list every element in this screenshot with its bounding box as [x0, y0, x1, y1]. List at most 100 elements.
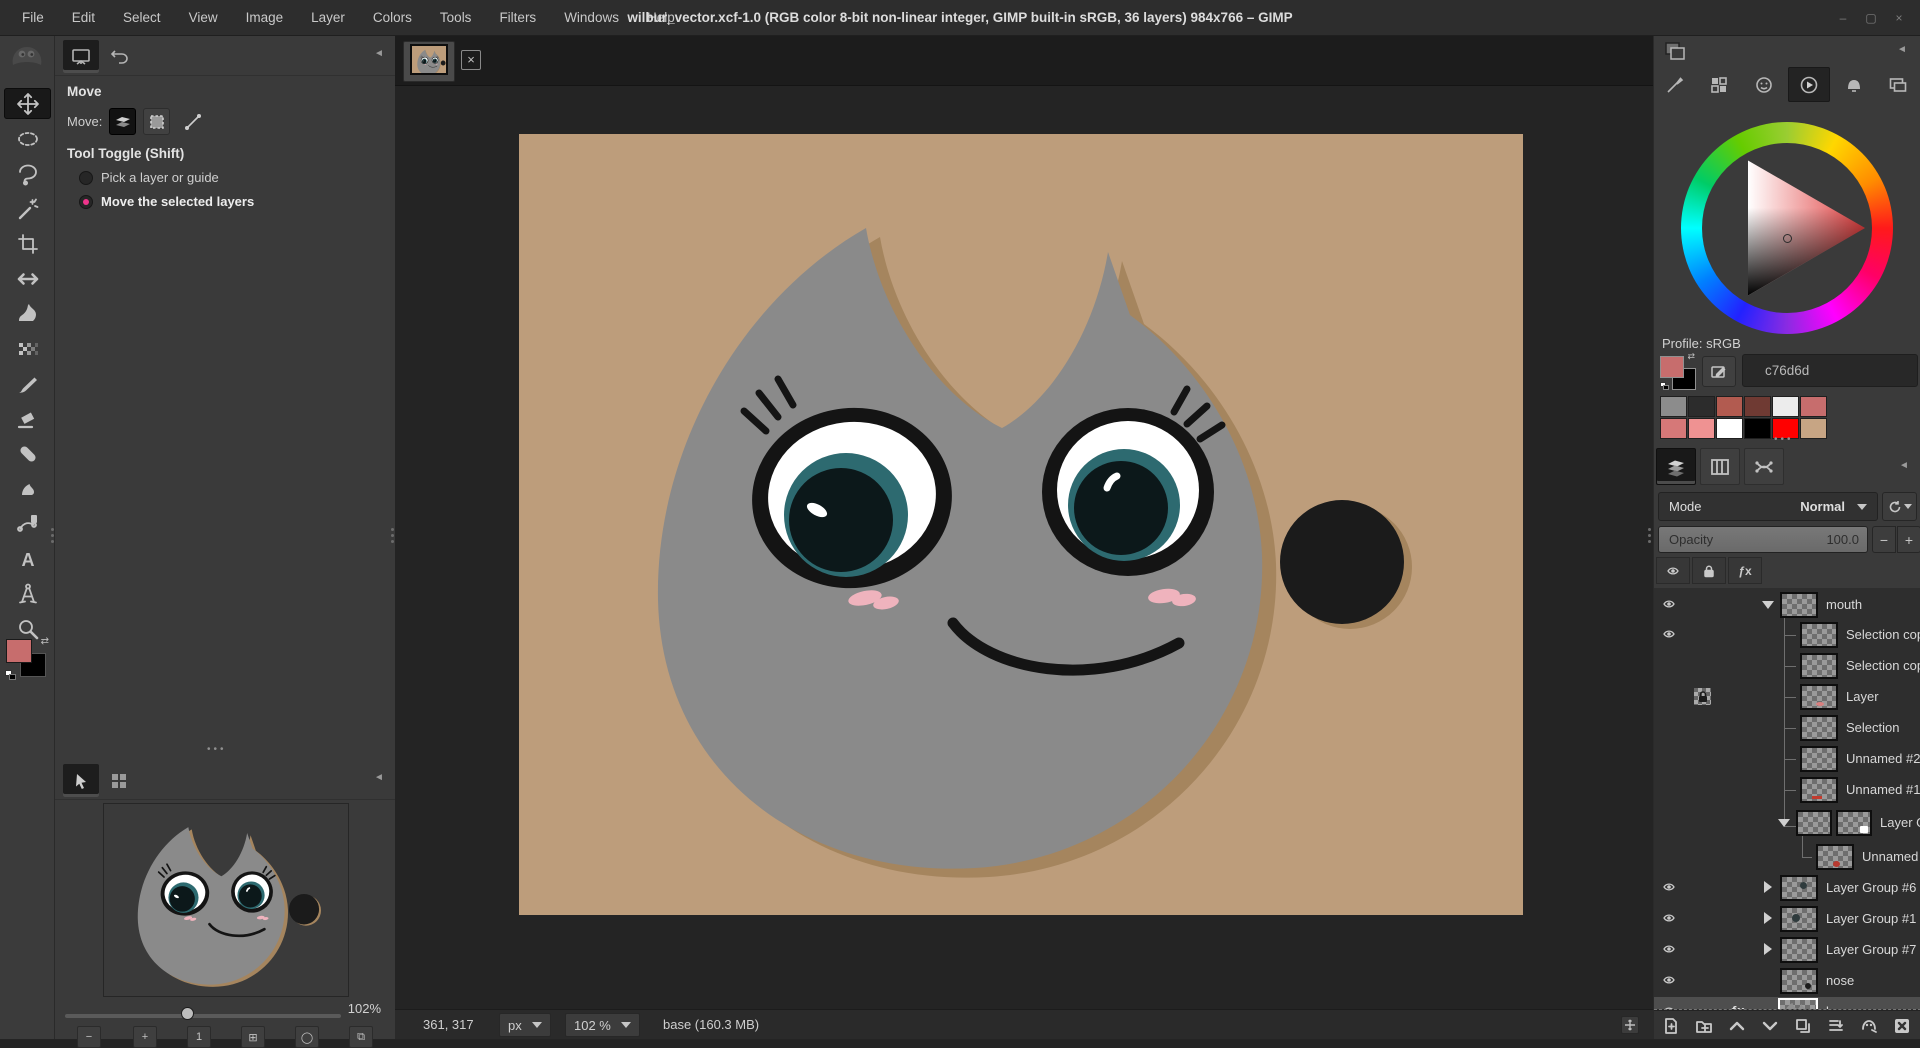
shrink-wrap-button[interactable]: ⧉ [349, 1026, 373, 1048]
zoom-1to1-button[interactable]: 1 [187, 1026, 211, 1048]
effects-header-button[interactable]: ƒx [1728, 557, 1762, 584]
visibility-eye-icon[interactable] [1662, 943, 1676, 955]
zoom-in-button[interactable]: + [133, 1026, 157, 1048]
zoom-slider-handle[interactable] [181, 1007, 194, 1020]
layer-thumbnail[interactable] [1780, 937, 1818, 963]
layer-row-layer-group[interactable]: Layer Gr [1654, 808, 1920, 838]
zoom-out-button[interactable]: − [77, 1026, 101, 1048]
layer-row-selection[interactable]: Selection [1654, 713, 1920, 743]
layer-thumbnail[interactable] [1800, 715, 1838, 741]
text-tool-button[interactable]: A [4, 543, 51, 574]
swap-colors-icon[interactable]: ⇄ [1687, 351, 1695, 362]
visibility-eye-icon[interactable] [1662, 974, 1676, 986]
visibility-eye-icon[interactable] [1662, 598, 1676, 610]
tab-paths[interactable] [1744, 448, 1784, 485]
palette-swatch[interactable] [1744, 418, 1771, 439]
dock-drag-grip[interactable] [1648, 528, 1651, 544]
crop-tool-button[interactable] [4, 228, 51, 259]
close-button[interactable]: × [1892, 11, 1906, 25]
layer-thumbnail[interactable] [1780, 968, 1818, 994]
eraser-tool-button[interactable] [4, 403, 51, 434]
expander-closed-icon[interactable] [1764, 943, 1772, 955]
expander-closed-icon[interactable] [1764, 912, 1772, 924]
expander-closed-icon[interactable] [1764, 881, 1772, 893]
bucket-fill-tool-button[interactable] [4, 298, 51, 329]
visibility-eye-icon[interactable] [1662, 628, 1676, 640]
visibility-eye-icon[interactable] [1662, 912, 1676, 924]
layer-thumbnail[interactable] [1800, 622, 1838, 648]
color-triangle[interactable] [1681, 122, 1893, 334]
tab-layers[interactable] [1656, 448, 1696, 485]
layer-thumbnail[interactable] [1800, 684, 1838, 710]
free-select-tool-button[interactable] [4, 158, 51, 189]
palette-swatch[interactable] [1716, 396, 1743, 417]
menu-filters[interactable]: Filters [485, 0, 550, 36]
tab-fonts[interactable] [1743, 67, 1785, 102]
tab-tool-options[interactable] [63, 40, 99, 73]
menu-view[interactable]: View [175, 0, 232, 36]
color-wheel[interactable] [1681, 122, 1893, 334]
palette-swatch[interactable] [1800, 396, 1827, 417]
palette-swatch[interactable] [1744, 396, 1771, 417]
minimize-button[interactable]: – [1836, 11, 1850, 25]
menu-colors[interactable]: Colors [359, 0, 426, 36]
opacity-decrease-button[interactable]: − [1872, 526, 1896, 553]
dock-fg-bg-colors[interactable]: ⇄ [1660, 354, 1698, 391]
clone-tool-button[interactable] [4, 438, 51, 469]
layer-thumbnail[interactable] [1816, 844, 1854, 870]
canvas-image[interactable] [519, 134, 1523, 915]
layers-menu-button[interactable]: ◄ [1896, 458, 1912, 474]
layer-thumbnail[interactable] [1780, 875, 1818, 901]
menu-image[interactable]: Image [232, 0, 298, 36]
palette-swatch[interactable] [1660, 396, 1687, 417]
swap-colors-icon[interactable]: ⇄ [41, 636, 49, 647]
mode-switch-button[interactable] [1882, 492, 1917, 521]
foreground-color-swatch[interactable] [6, 639, 32, 663]
move-selected-layers-option[interactable]: Move the selected layers [79, 194, 254, 209]
menu-tools[interactable]: Tools [426, 0, 486, 36]
move-layer-mode-button[interactable] [109, 108, 136, 135]
visibility-eye-icon[interactable] [1662, 881, 1676, 893]
layer-thumbnail[interactable] [1780, 906, 1818, 932]
layer-row-unnamed-child[interactable]: Unnamed # [1654, 842, 1920, 872]
layer-mode-dropdown[interactable]: Mode Normal [1658, 492, 1878, 521]
layer-thumbnail[interactable] [1778, 998, 1818, 1010]
layer-row-selection-copy-1[interactable]: Selection copy [1654, 620, 1920, 650]
zoom-dropdown[interactable]: 102 % [565, 1013, 640, 1037]
layer-thumbnail[interactable] [1800, 653, 1838, 679]
opacity-slider[interactable]: Opacity 100.0 [1658, 526, 1868, 553]
transform-tool-button[interactable] [4, 263, 51, 294]
layer-row-layer-group-7[interactable]: Layer Group #7 [1654, 935, 1920, 965]
tab-colors-selected[interactable] [1788, 67, 1830, 102]
foreground-background-colors[interactable]: ⇄ [5, 636, 51, 682]
merge-down-button[interactable] [1823, 1014, 1849, 1037]
default-colors-icon[interactable] [1660, 382, 1669, 391]
new-group-button[interactable] [1691, 1014, 1717, 1037]
menu-file[interactable]: File [8, 0, 58, 36]
tab-grid-view[interactable] [101, 764, 137, 797]
color-marker[interactable] [1783, 234, 1792, 243]
dock-menu-button[interactable]: ◄ [1894, 42, 1910, 58]
hex-color-input[interactable] [1742, 354, 1918, 387]
expander-open-icon[interactable] [1778, 819, 1790, 827]
dock-menu-button[interactable]: ◄ [371, 46, 387, 62]
ellipse-select-tool-button[interactable] [4, 123, 51, 154]
image-tab-close-button[interactable]: × [461, 50, 481, 70]
navigation-menu-button[interactable]: ◄ [371, 770, 387, 786]
navigation-preview[interactable] [104, 804, 348, 996]
delete-layer-button[interactable] [1889, 1014, 1915, 1037]
menu-layer[interactable]: Layer [297, 0, 359, 36]
tab-brushes[interactable] [1654, 67, 1696, 102]
lower-layer-button[interactable] [1757, 1014, 1783, 1037]
unit-dropdown[interactable]: px [499, 1013, 551, 1037]
layer-row-layer-group-6[interactable]: Layer Group #6 [1654, 873, 1920, 903]
layer-row-layer[interactable]: Layer [1654, 682, 1920, 712]
opacity-increase-button[interactable]: + [1897, 526, 1920, 553]
palette-swatch[interactable] [1660, 418, 1687, 439]
layer-thumbnail[interactable] [1780, 592, 1818, 618]
layer-row-selection-copy-2[interactable]: Selection copy [1654, 651, 1920, 681]
layer-row-unnamed-19[interactable]: Unnamed #19 [1654, 775, 1920, 805]
measure-tool-button[interactable] [4, 578, 51, 609]
raise-layer-button[interactable] [1724, 1014, 1750, 1037]
layer-mask-thumbnail[interactable] [1836, 810, 1872, 836]
